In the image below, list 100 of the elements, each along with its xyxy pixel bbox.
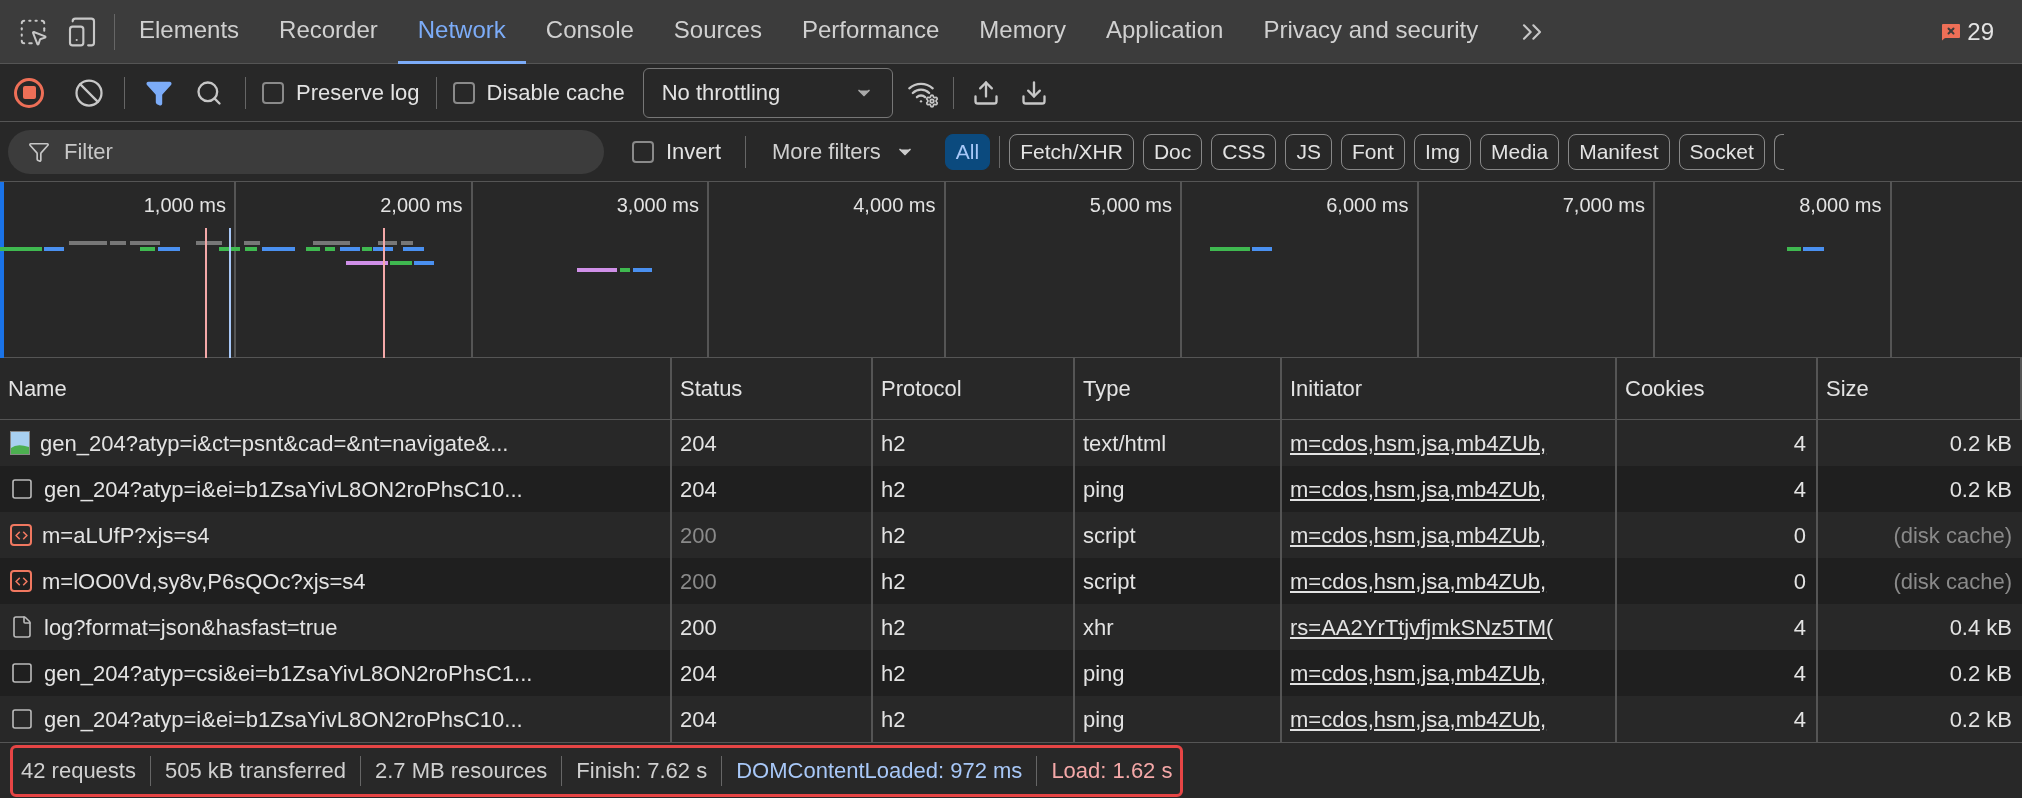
script-icon — [10, 524, 32, 546]
table-cell-text: 204 — [680, 475, 717, 504]
table-cell-text: 0.4 kB — [1949, 613, 2012, 642]
record-button[interactable] — [14, 77, 44, 108]
table-cell[interactable]: gen_204?atyp=i&ei=b1ZsaYivL8ON2roPhsC10... — [44, 702, 523, 736]
table-cell-text: script — [1083, 521, 1136, 550]
table-cell-text: 0.2 kB — [1949, 659, 2012, 688]
download-icon[interactable] — [1019, 78, 1048, 107]
table-cell-text: h2 — [881, 705, 906, 734]
table-cell-text: 0.2 kB — [1949, 475, 2012, 504]
table-cell[interactable]: gen_204?atyp=i&ei=b1ZsaYivL8ON2roPhsC10... — [44, 472, 523, 506]
time-tick-label: 5,000 ms — [1089, 193, 1172, 218]
type-filter-chip[interactable]: Doc — [1142, 133, 1203, 170]
search-icon[interactable] — [195, 78, 223, 107]
type-filter-chip[interactable]: JS — [1285, 133, 1332, 170]
table-cell-text: (disk cache) — [1893, 521, 2012, 550]
panel-tab[interactable]: Privacy and security — [1243, 0, 1499, 64]
table-cell-text: h2 — [881, 659, 906, 688]
checkbox[interactable]: Preserve log — [250, 76, 432, 109]
type-filter-chip[interactable]: Media — [1480, 133, 1560, 170]
table-cell-text: 0.2 kB — [1949, 705, 2012, 734]
document-icon — [10, 615, 34, 639]
panel-tab[interactable]: Sources — [653, 0, 782, 64]
table-cell-text: ping — [1083, 705, 1125, 734]
table-cell-text: 204 — [680, 705, 717, 734]
square-icon — [10, 707, 34, 731]
table-cell-text: h2 — [881, 475, 906, 504]
initiator-link[interactable]: m=cdos,hsm,jsa,mb4ZUb, — [1290, 656, 1547, 690]
type-filter-chip[interactable]: Socket — [1678, 133, 1765, 170]
time-tick-label: 4,000 ms — [853, 193, 936, 218]
panel-tab[interactable]: Console — [525, 0, 654, 64]
table-cell-text: 200 — [680, 521, 717, 550]
time-tick-label: 8,000 ms — [1799, 193, 1882, 218]
clear-icon[interactable] — [74, 77, 104, 108]
square-icon — [10, 477, 34, 501]
checkbox[interactable]: Invert — [620, 135, 734, 168]
type-filter-chip[interactable]: Img — [1413, 133, 1471, 170]
time-tick-label: 3,000 ms — [616, 193, 699, 218]
initiator-link[interactable]: m=cdos,hsm,jsa,mb4ZUb, — [1290, 564, 1547, 598]
table-cell-text: 0 — [1793, 567, 1806, 596]
table-cell-text: 0.2 kB — [1949, 429, 2012, 458]
table-cell-text: 204 — [680, 429, 717, 458]
summary-text: 42 requests — [21, 757, 136, 785]
table-cell-text: ping — [1083, 475, 1125, 504]
type-filter-chip[interactable]: Manifest — [1568, 133, 1670, 170]
throttling-dropdown[interactable]: No throttling — [642, 67, 893, 118]
table-cell-text: xhr — [1083, 613, 1114, 642]
filter-field[interactable]: Filter — [8, 129, 604, 174]
panel-tab[interactable]: Elements — [119, 0, 260, 64]
checkbox[interactable]: Disable cache — [440, 76, 637, 109]
panel-tab[interactable]: Recorder — [259, 0, 398, 64]
script-icon — [10, 570, 32, 592]
upload-icon[interactable] — [971, 78, 1000, 107]
table-cell[interactable]: gen_204?atyp=csi&ei=b1ZsaYivL8ON2roPhsC1... — [44, 656, 533, 690]
panel-tab[interactable]: Performance — [781, 0, 960, 64]
summary-text: 505 kB transferred — [164, 757, 346, 785]
more-filters-dropdown[interactable]: More filters — [758, 135, 929, 168]
table-cell-text: h2 — [881, 567, 906, 596]
table-cell-text: text/html — [1083, 429, 1167, 458]
issues-button[interactable]: 29 — [1939, 13, 1994, 50]
table-cell[interactable]: log?format=json&hasfast=true — [44, 610, 338, 644]
initiator-link[interactable]: m=cdos,hsm,jsa,mb4ZUb, — [1290, 472, 1547, 506]
table-cell-text: 0 — [1793, 521, 1806, 550]
table-cell[interactable]: m=aLUfP?xjs=s4 — [42, 518, 210, 552]
panel-tab[interactable]: Memory — [959, 0, 1086, 64]
table-cell-text: 4 — [1793, 659, 1806, 688]
table-cell-text: 4 — [1793, 429, 1806, 458]
table-cell[interactable]: gen_204?atyp=i&ct=psnt&cad=&nt=navigate&... — [40, 426, 509, 460]
table-cell[interactable]: m=lOO0Vd,sy8v,P6sQOc?xjs=s4 — [42, 564, 366, 598]
device-toolbar-icon[interactable] — [66, 15, 98, 48]
summary-text: Finish: 7.62 s — [576, 757, 708, 785]
filter-icon — [28, 140, 50, 163]
table-cell-text: 200 — [680, 613, 717, 642]
square-icon — [10, 661, 34, 685]
table-cell-text: 200 — [680, 567, 717, 596]
initiator-link[interactable]: rs=AA2YrTtjvfjmkSNz5TM( — [1290, 610, 1554, 644]
summary-text: 2.7 MB resources — [374, 757, 548, 785]
table-cell-text: h2 — [881, 521, 906, 550]
panel-tab[interactable]: Network — [397, 0, 526, 64]
type-filter-chip[interactable]: All — [944, 133, 991, 170]
time-tick-label: 2,000 ms — [380, 193, 463, 218]
table-cell-text: 4 — [1793, 613, 1806, 642]
table-cell-text: (disk cache) — [1893, 567, 2012, 596]
type-filter-chip[interactable] — [1773, 133, 1784, 170]
summary-text: DOMContentLoaded: 972 ms — [736, 757, 1023, 785]
table-cell-text: 4 — [1793, 705, 1806, 734]
panel-tab[interactable]: Application — [1085, 0, 1244, 64]
image-icon — [10, 431, 30, 455]
summary-text: Load: 1.62 s — [1051, 757, 1173, 785]
type-filter-chip[interactable]: Fetch/XHR — [1009, 133, 1134, 170]
initiator-link[interactable]: m=cdos,hsm,jsa,mb4ZUb, — [1290, 518, 1547, 552]
table-cell-text: script — [1083, 567, 1136, 596]
table-cell-text: h2 — [881, 613, 906, 642]
type-filter-chip[interactable]: CSS — [1211, 133, 1277, 170]
initiator-link[interactable]: m=cdos,hsm,jsa,mb4ZUb, — [1290, 426, 1547, 460]
type-filter-chip[interactable]: Font — [1340, 133, 1405, 170]
time-tick-label: 6,000 ms — [1326, 193, 1409, 218]
table-cell-text: 204 — [680, 659, 717, 688]
initiator-link[interactable]: m=cdos,hsm,jsa,mb4ZUb, — [1290, 702, 1547, 736]
table-cell-text: h2 — [881, 429, 906, 458]
